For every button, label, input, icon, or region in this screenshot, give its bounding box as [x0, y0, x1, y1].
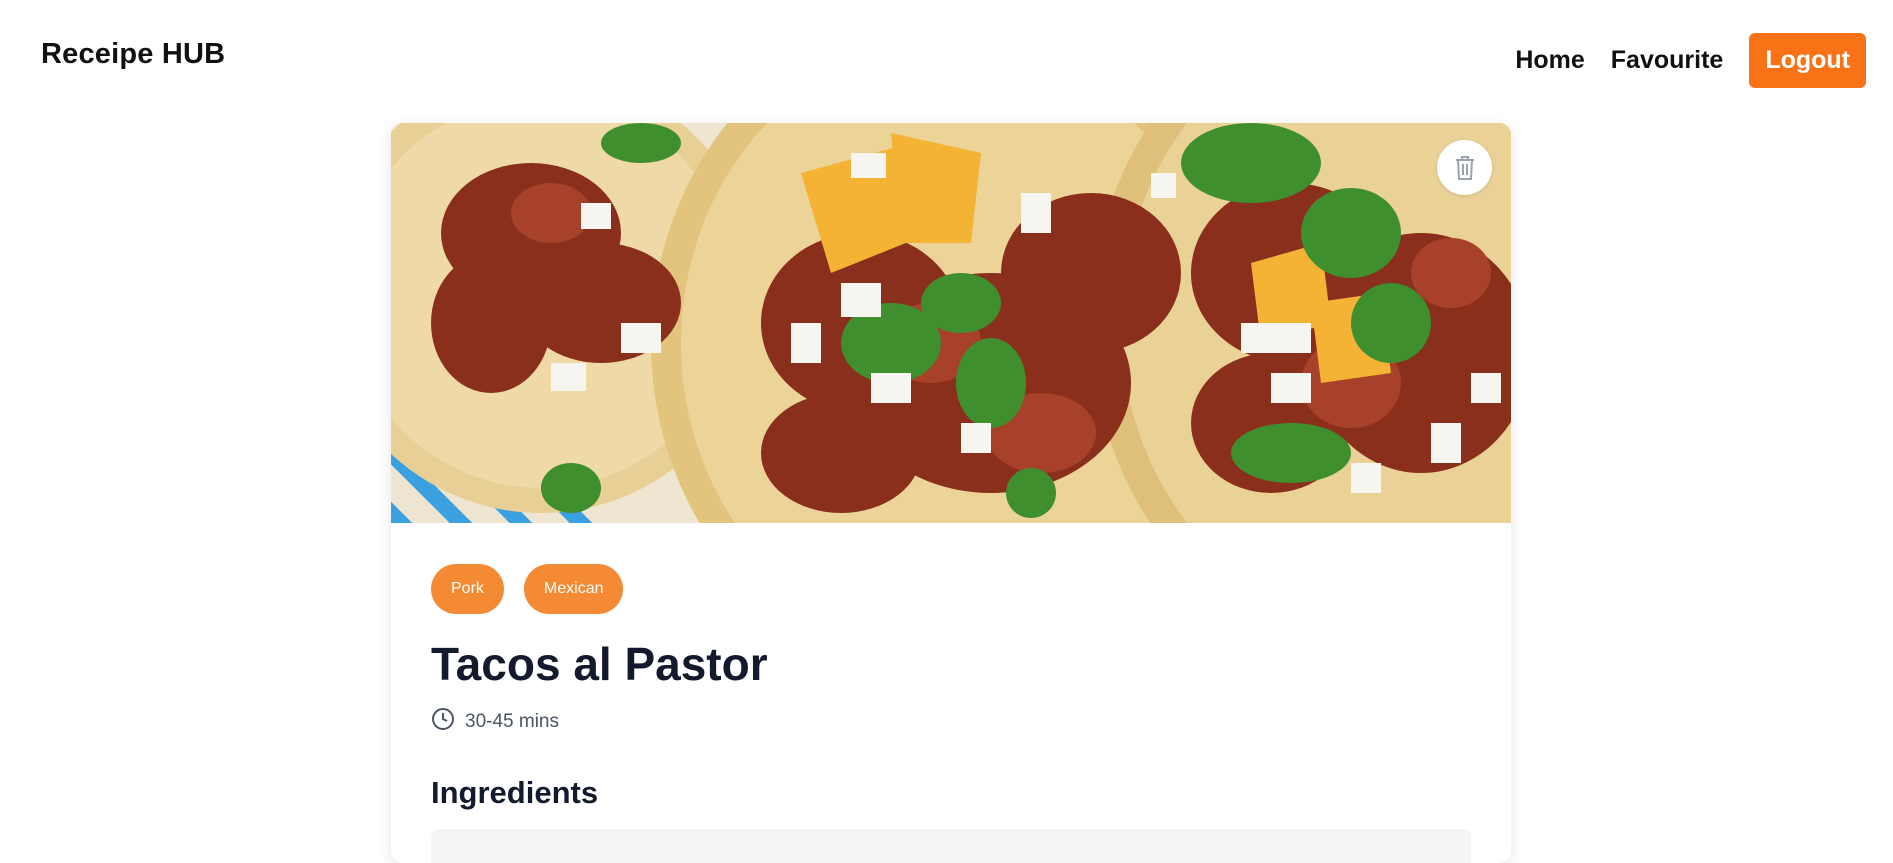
clock-icon — [431, 707, 455, 737]
cook-time-text: 30-45 mins — [465, 711, 559, 732]
tag-pork[interactable]: Pork — [431, 564, 504, 614]
cook-time: 30-45 mins — [431, 707, 1471, 737]
recipe-title: Tacos al Pastor — [431, 638, 768, 690]
nav-home-link[interactable]: Home — [1515, 46, 1584, 75]
nav-links: Home Favourite Logout — [1515, 33, 1866, 88]
ingredients-list — [431, 829, 1471, 863]
ingredients-heading: Ingredients — [431, 775, 599, 810]
nav-favourite-link[interactable]: Favourite — [1611, 46, 1724, 75]
top-nav: Receipe HUB Home Favourite Logout — [0, 0, 1893, 110]
tacos-photo — [391, 123, 1511, 523]
recipe-tags: Pork Mexican — [431, 564, 1471, 614]
logout-button[interactable]: Logout — [1749, 33, 1866, 88]
delete-recipe-button[interactable] — [1437, 140, 1492, 195]
brand-logo[interactable]: Receipe HUB — [41, 38, 225, 71]
recipe-body: Pork Mexican Tacos al Pastor 30-45 mins … — [391, 523, 1511, 863]
recipe-hero-image — [391, 123, 1511, 523]
trash-icon — [1454, 155, 1476, 181]
tag-mexican[interactable]: Mexican — [523, 564, 624, 614]
recipe-card: Pork Mexican Tacos al Pastor 30-45 mins … — [391, 123, 1511, 863]
